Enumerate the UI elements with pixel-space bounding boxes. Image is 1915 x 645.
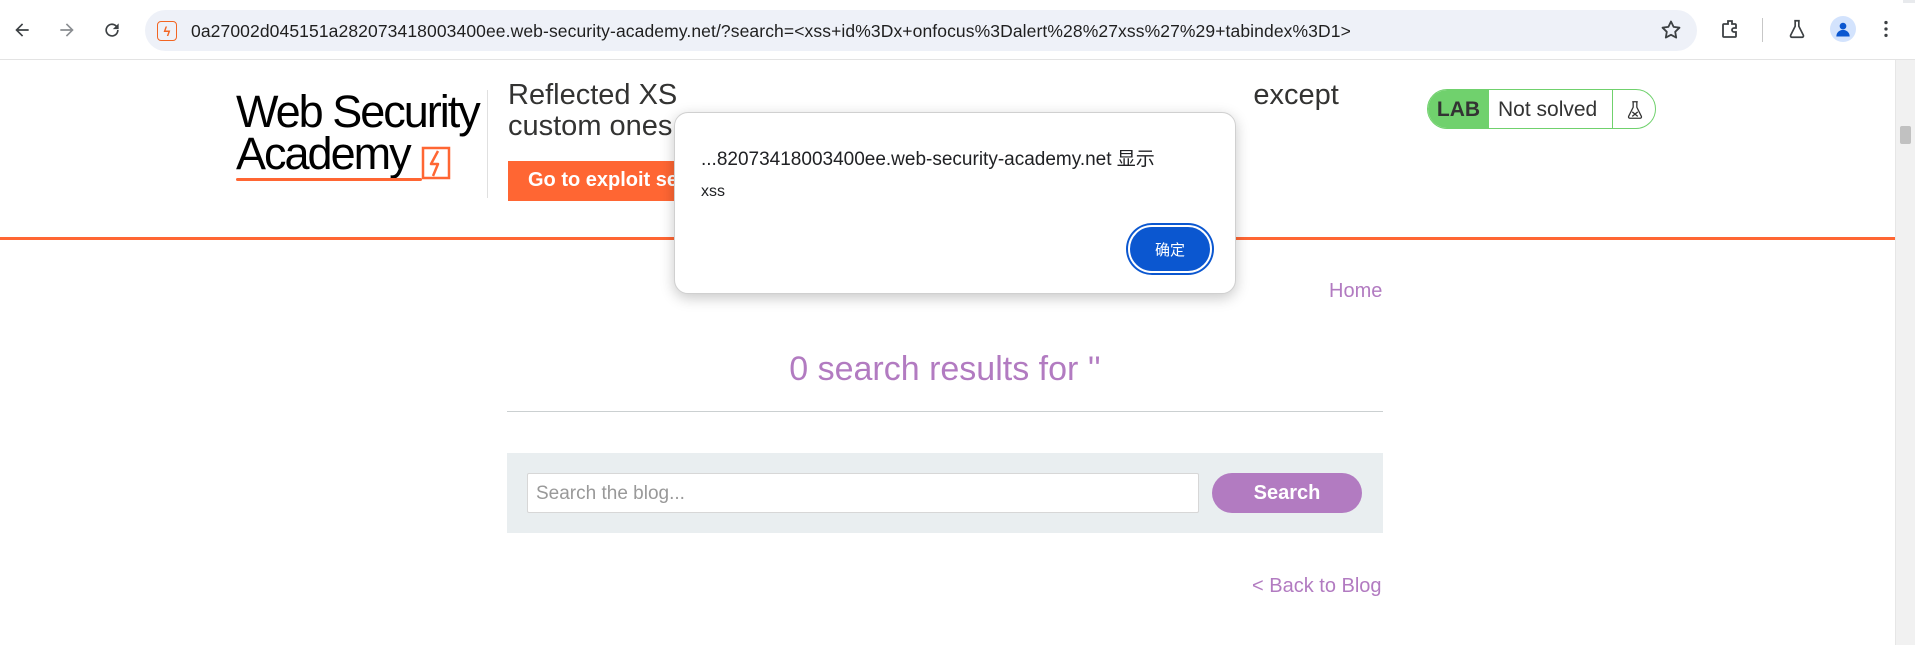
address-bar[interactable]: ϟ 0a27002d045151a282073418003400ee.web-s… <box>145 10 1697 51</box>
alert-dialog: ...82073418003400ee.web-security-academy… <box>674 112 1236 294</box>
browser-toolbar: ϟ 0a27002d045151a282073418003400ee.web-s… <box>0 0 1915 60</box>
results-divider <box>507 411 1383 412</box>
dialog-title: ...82073418003400ee.web-security-academy… <box>701 149 1155 170</box>
scrollbar-thumb[interactable] <box>1900 126 1911 144</box>
page-scrollbar[interactable] <box>1895 60 1915 645</box>
lab-status-text: Not solved <box>1498 98 1598 121</box>
forward-arrow-icon <box>60 23 74 37</box>
profile-icon[interactable] <box>1830 16 1856 42</box>
reload-button[interactable] <box>96 14 128 46</box>
dialog-ok-button[interactable]: 确定 <box>1128 225 1212 273</box>
header-divider <box>487 90 488 198</box>
search-button[interactable]: Search <box>1212 473 1362 513</box>
extensions-icon[interactable] <box>1718 16 1744 42</box>
lightning-icon <box>421 146 451 180</box>
search-results-heading: 0 search results for '' <box>789 350 1101 388</box>
logo-text-line2: Academy <box>236 128 412 179</box>
web-security-academy-logo[interactable]: Web Security Academy <box>236 86 481 181</box>
tab-strip-edge <box>1903 0 1915 3</box>
lab-title-start: Reflected XS <box>508 79 678 111</box>
web-page: Web Security Academy Reflected XS except… <box>0 60 1895 645</box>
back-to-blog-link[interactable]: < Back to Blog <box>1252 575 1382 598</box>
home-link[interactable]: Home <box>1329 280 1382 303</box>
back-arrow-icon <box>15 23 29 37</box>
logo-underline <box>236 178 422 181</box>
lab-status-flask-icon <box>1612 90 1655 128</box>
toolbar-divider <box>1762 18 1763 42</box>
lab-flask-icon[interactable] <box>1784 16 1810 42</box>
lab-title-end: except <box>1253 79 1339 111</box>
reload-icon <box>105 23 119 37</box>
site-favicon-icon: ϟ <box>157 21 177 41</box>
dialog-message: xss <box>701 183 725 200</box>
lab-status-widget: LAB Not solved <box>1427 89 1656 129</box>
back-button[interactable] <box>6 14 38 46</box>
lab-badge: LAB <box>1428 90 1489 128</box>
url-text[interactable]: 0a27002d045151a282073418003400ee.web-sec… <box>191 21 1351 42</box>
star-icon[interactable] <box>1659 18 1683 42</box>
forward-button[interactable] <box>51 14 83 46</box>
search-input[interactable]: Search the blog... <box>527 473 1199 513</box>
search-form: Search the blog... Search <box>507 453 1383 533</box>
lab-title-line2: custom ones <box>508 110 673 142</box>
more-menu-icon[interactable] <box>1873 16 1899 42</box>
